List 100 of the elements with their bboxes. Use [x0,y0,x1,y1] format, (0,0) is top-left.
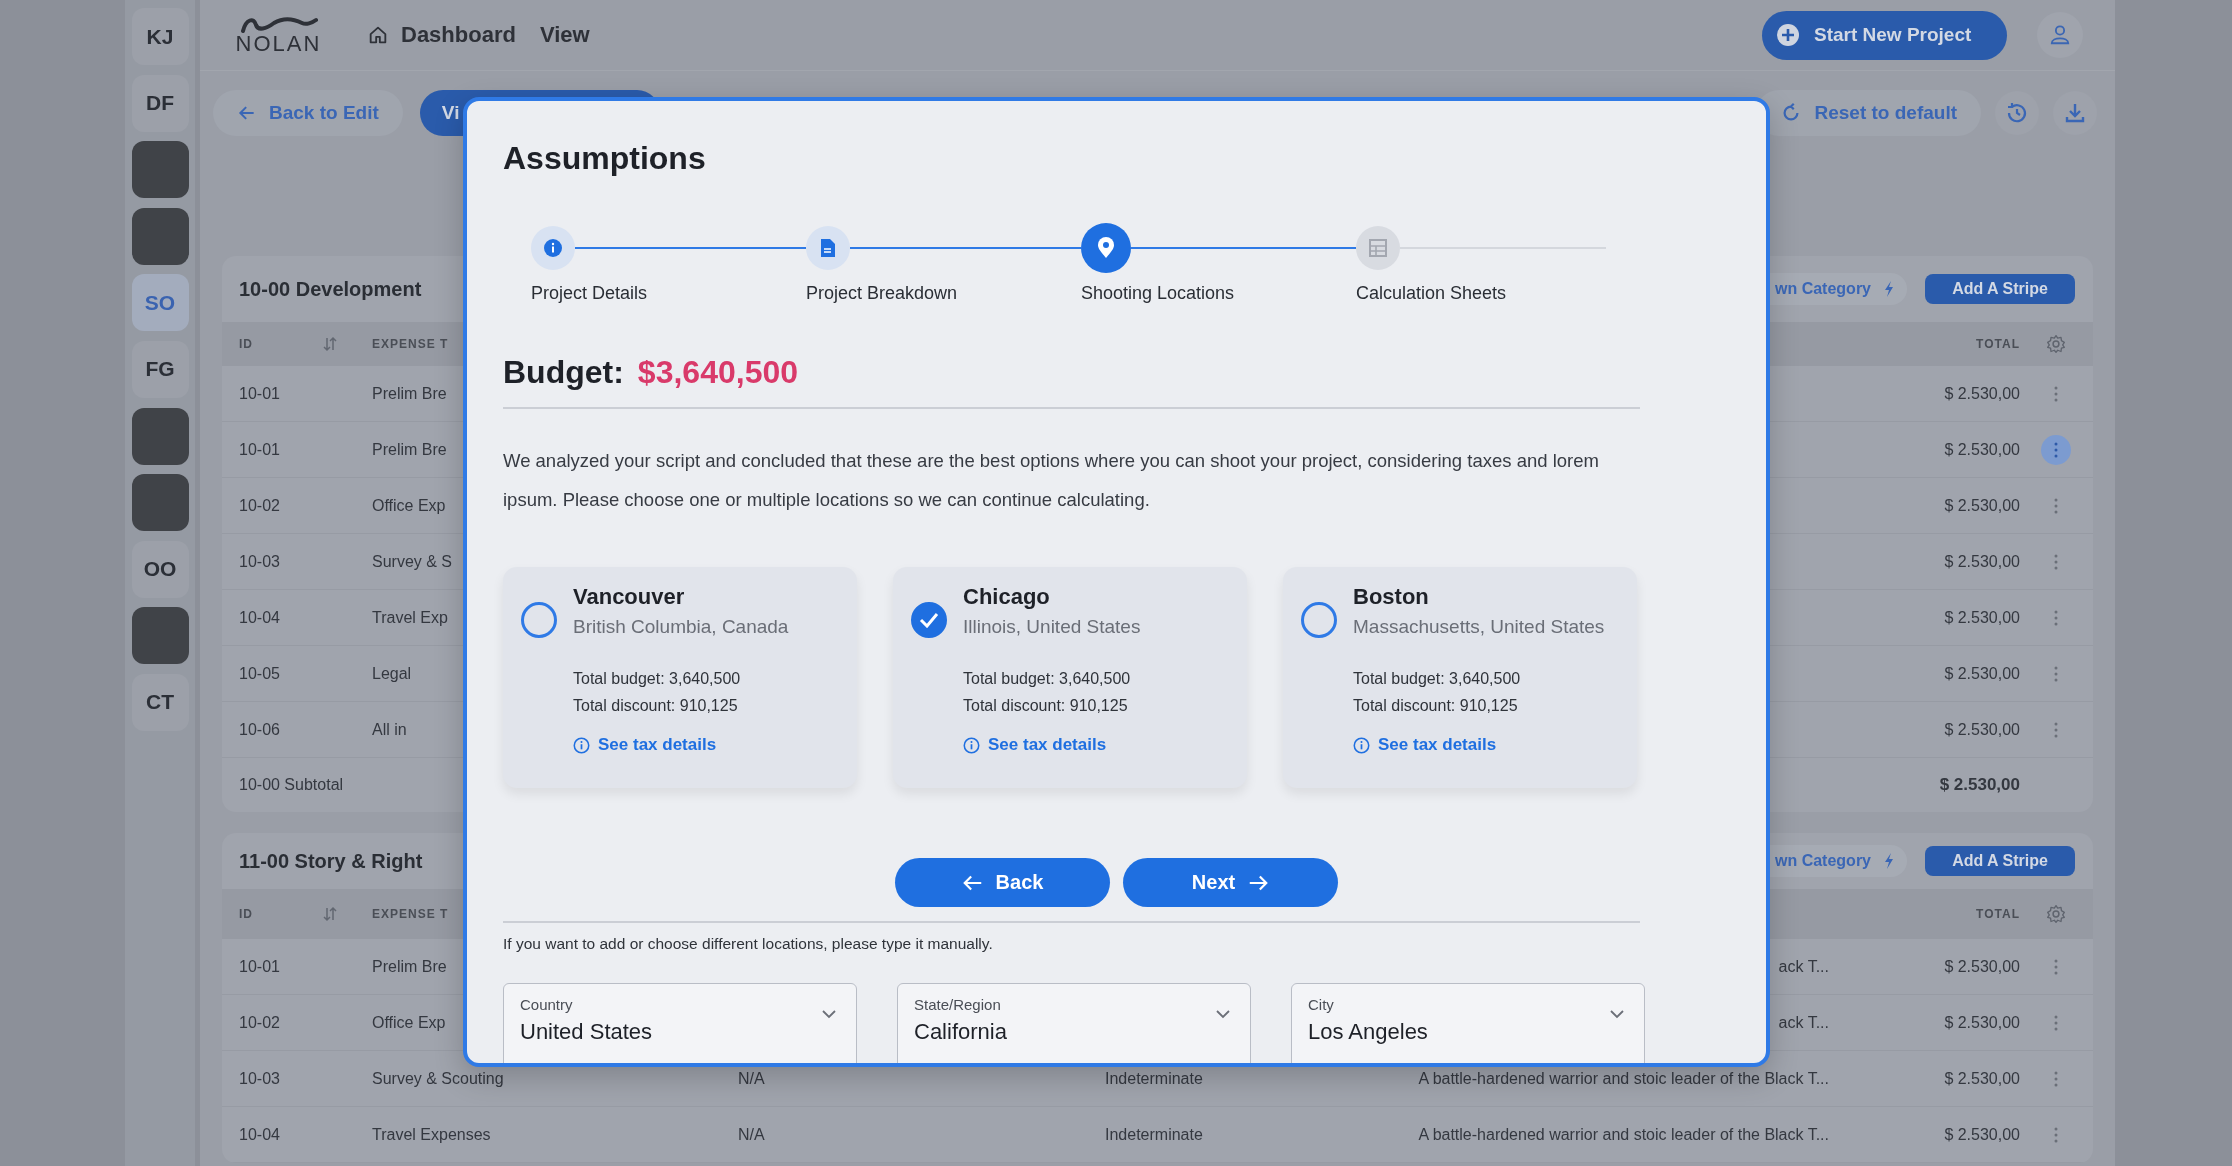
location-pin-icon [1097,237,1115,259]
more-icon [2054,1126,2058,1143]
download-icon [2063,101,2087,125]
add-a-stripe-button[interactable]: Add A Stripe [1925,274,2075,304]
photo-placeholder[interactable] [131,141,189,199]
location-dropdown[interactable]: Country United States [503,983,857,1063]
photo-placeholder[interactable] [131,474,189,532]
more-icon [2054,1014,2058,1031]
location-dropdown[interactable]: State/Region California [897,983,1251,1063]
total-discount-text: Total discount: 910,125 [573,696,739,716]
step-indicator[interactable] [531,226,575,270]
sidebar-item[interactable]: SO [131,274,189,332]
sidebar-item[interactable]: DF [131,74,189,132]
table-cell: Prelim Bre [372,440,447,459]
budget-label: Budget: [503,354,624,391]
location-city: Boston [1353,583,1430,611]
table-cell: $ 2.530,00 [1944,1125,2020,1143]
history-button[interactable] [1995,91,2039,135]
sidebar-item[interactable]: OO [131,540,189,598]
sort-icon[interactable] [323,906,337,922]
table-cell: $ 2.530,00 [1944,384,2020,402]
total-discount-text: Total discount: 910,125 [1353,696,1519,716]
table-cell: 10-03 [239,552,280,571]
intro-text: We analyzed your script and concluded that these are the best options where you can shoot your project, considering taxes and lorem ipsum. Please choose one or multiple locations so we can continue calculating. [503,449,1600,512]
add-a-stripe-button[interactable]: Add A Stripe [1925,846,2075,876]
sort-icon[interactable] [323,336,337,352]
subtotal-value: $ 2.530,00 [1939,775,2020,794]
photo-placeholder[interactable] [131,407,189,465]
location-region: British Columbia, Canada [573,615,789,639]
total-budget-text: Total budget: 3,640,500 [963,669,1132,689]
history-icon [2005,101,2029,125]
table-cell: ack T... [1778,1013,1829,1031]
location-dropdown[interactable]: City Los Angeles [1291,983,1645,1063]
table-cell: $ 2.530,00 [1944,720,2020,738]
location-radio[interactable] [1301,602,1337,638]
plus-circle-icon [1776,23,1800,47]
more-icon [2054,385,2058,402]
table-cell: Indeterminate [1105,1069,1203,1087]
table-cell: ack T... [1778,957,1829,975]
column-header: TOTAL [1976,337,2020,351]
location-card[interactable]: Chicago Illinois, United States Total budget: 3,640,500 Total discount: 910,125 See tax details [893,567,1247,788]
section-title: 11-00 Story & Right [239,849,423,873]
see-tax-details-link[interactable]: See tax details [1353,735,1605,755]
sidebar-item[interactable]: KJ [131,8,189,65]
sidebar-item[interactable]: FG [131,340,189,398]
table-cell: $ 2.530,00 [1944,1069,2020,1087]
step-label: Calculation Sheets [1356,283,1508,304]
table-cell: $ 2.530,00 [1944,957,2020,975]
table-cell: N/A [738,1069,765,1087]
more-icon [2054,1070,2058,1087]
photo-placeholder[interactable] [131,607,189,665]
photo-placeholder[interactable] [131,207,189,265]
more-icon [2054,497,2058,514]
dialog-title: Assumptions [503,139,707,178]
table-cell: N/A [738,1125,765,1143]
view-link[interactable]: View [539,22,590,48]
chevron-down-icon [1216,1010,1230,1019]
location-radio[interactable] [521,602,557,638]
chevron-down-icon [1610,1010,1624,1019]
table-cell: Travel Expenses [372,1125,491,1144]
back-button[interactable]: Back [895,858,1110,907]
location-city: Chicago [963,583,1051,611]
lightning-icon [1883,852,1895,870]
table-cell: $ 2.530,00 [1944,1013,2020,1031]
see-tax-details-link[interactable]: See tax details [573,735,789,755]
step-label: Shooting Locations [1081,283,1236,304]
column-header: EXPENSE T [372,907,449,921]
download-button[interactable] [2053,91,2097,135]
subtotal-label: 10-00 Subtotal [239,776,344,794]
table-cell: Prelim Bre [372,957,447,976]
table-cell: 10-02 [239,496,280,515]
grid-icon [1369,239,1387,257]
location-card[interactable]: Vancouver British Columbia, Canada Total budget: 3,640,500 Total discount: 910,125 See tax details [503,567,857,788]
location-radio[interactable] [911,602,947,638]
info-icon [573,736,590,754]
profile-button[interactable] [2037,12,2083,58]
table-cell: $ 2.530,00 [1944,552,2020,570]
total-budget-text: Total budget: 3,640,500 [573,669,742,689]
table-cell: $ 2.530,00 [1944,496,2020,514]
more-options-button[interactable] [2041,434,2071,465]
table-cell: 10-03 [239,1069,280,1088]
dashboard-link[interactable]: Dashboard [401,22,516,48]
table-cell: A battle-hardened warrior and stoic leader of the Black T... [1418,1069,1829,1087]
step-indicator[interactable] [1081,223,1131,273]
see-tax-details-link[interactable]: See tax details [963,735,1141,755]
sidebar-item[interactable]: CT [131,673,189,731]
next-button[interactable]: Next [1123,858,1338,907]
step-indicator[interactable] [806,226,850,270]
logo-wave-icon [239,15,318,33]
start-new-project-button[interactable]: Start New Project [1762,10,2007,60]
more-icon [2054,553,2058,570]
location-card[interactable]: Boston Massachusetts, United States Total budget: 3,640,500 Total discount: 910,125 See tax details [1283,567,1637,788]
step-indicator[interactable] [1356,226,1400,270]
table-cell: Office Exp [372,1013,446,1032]
user-icon [2049,24,2071,46]
column-header: ID [239,337,253,351]
table-cell: Travel Exp [372,608,448,627]
settings-icon[interactable] [2046,334,2066,354]
table-cell: 10-01 [239,957,280,976]
settings-icon[interactable] [2046,904,2066,924]
